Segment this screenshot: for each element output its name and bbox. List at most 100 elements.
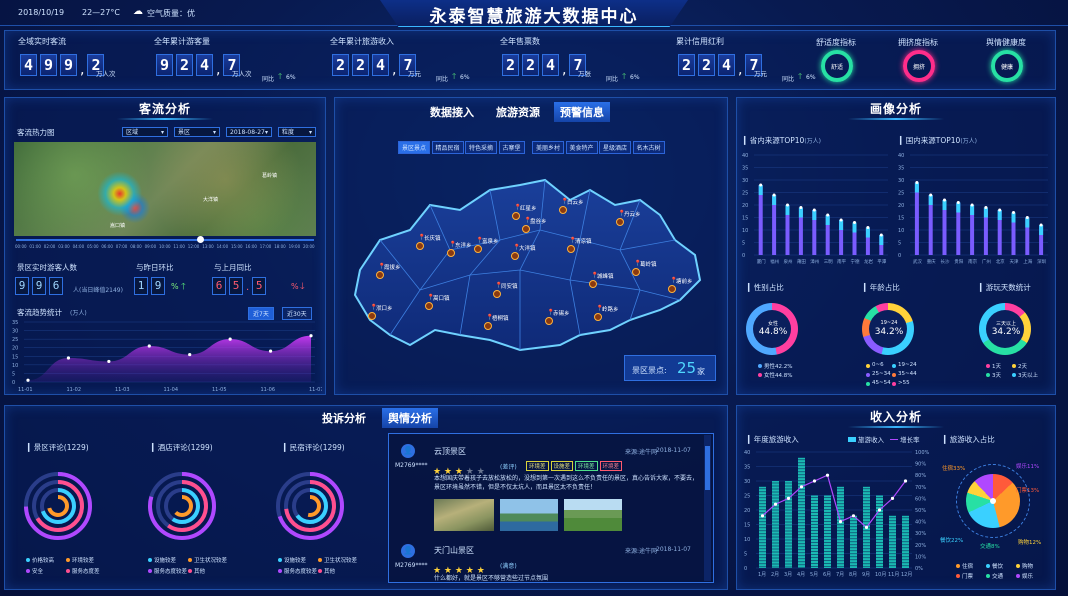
kpi-unit: 万人次: [96, 70, 116, 78]
legend-dot: [148, 569, 152, 573]
legend-item: 价格较高: [32, 558, 55, 564]
review-tag: 设施差: [550, 461, 574, 471]
tab-tourism-resource[interactable]: 旅游资源: [490, 102, 546, 122]
tab-data-access[interactable]: 数据接入: [424, 102, 480, 122]
town-marker[interactable]: [589, 280, 597, 288]
growth-point: [812, 479, 817, 483]
bar-top: [812, 208, 816, 212]
tab-sentiment[interactable]: 舆情分析: [382, 408, 438, 428]
review-user: M2769****: [395, 562, 428, 569]
timeline-tick: 14:00: [216, 244, 229, 249]
town-marker[interactable]: [668, 285, 676, 293]
kpi-digit: 9: [40, 54, 57, 76]
granularity-select[interactable]: 粒度: [278, 127, 316, 137]
kpi-digit: 4: [542, 54, 559, 76]
heat-map[interactable]: [14, 142, 316, 236]
legend-dot: [1016, 574, 1020, 578]
x-tick: 11-01: [18, 387, 33, 393]
timeline-tick: 18:00: [274, 244, 286, 249]
legend-item: 娱乐: [1022, 574, 1034, 580]
town-marker[interactable]: [425, 302, 433, 310]
town-marker[interactable]: [632, 268, 640, 276]
town-marker[interactable]: [368, 312, 376, 320]
review-photo-1[interactable]: [434, 499, 494, 531]
town-marker[interactable]: [522, 225, 530, 233]
town-marker[interactable]: [416, 242, 424, 250]
town-marker[interactable]: [512, 212, 520, 220]
bar: [758, 185, 763, 255]
county-map[interactable]: [340, 160, 722, 385]
review-scroll-thumb[interactable]: [705, 446, 710, 490]
flow-point: [147, 344, 151, 348]
legend-growth-swatch: [890, 439, 898, 440]
map-category-6[interactable]: 星级酒店: [599, 141, 632, 154]
legend-dot: [1012, 373, 1016, 377]
kpi-yoy-value: 6%: [460, 74, 470, 81]
legend-dot: [318, 569, 322, 573]
bar-top: [970, 203, 974, 207]
map-category-5[interactable]: 美食特产: [565, 141, 598, 154]
bar-top: [1039, 223, 1043, 227]
town-marker[interactable]: [376, 271, 384, 279]
town-marker[interactable]: [545, 317, 553, 325]
kpi-digits: 224,7: [678, 54, 763, 78]
bar-top: [915, 181, 919, 184]
y-tick: 15: [898, 216, 904, 222]
legend-item: 3天: [992, 373, 1001, 379]
town-label: 富泉乡: [482, 239, 499, 245]
map-category-3[interactable]: 古寨堡: [498, 141, 525, 154]
date-select[interactable]: 2018-08-27: [226, 127, 272, 137]
y-tick: 10: [744, 537, 750, 543]
map-category-1[interactable]: 精品民宿: [431, 141, 464, 154]
town-marker[interactable]: [616, 218, 624, 226]
legend-item: 45~54: [872, 380, 891, 386]
review-date: 2018-11-07: [656, 546, 691, 553]
town-marker[interactable]: [493, 290, 501, 298]
profile-title: 画像分析: [737, 100, 1055, 120]
map-category-0[interactable]: 景区景点: [398, 141, 431, 154]
y-tick: 35: [742, 166, 748, 172]
month-unit: %: [291, 282, 299, 291]
legend-dot: [892, 382, 896, 386]
town-marker[interactable]: [511, 252, 519, 260]
scenic-review-label: ▎景区评论(1229): [28, 443, 89, 452]
timeline-tick: 01:00: [29, 244, 41, 249]
scenic-select[interactable]: 景区: [174, 127, 220, 137]
town-marker[interactable]: [594, 313, 602, 321]
legend-item: 环境较差: [72, 558, 95, 564]
x-tick: 漳州: [810, 258, 819, 265]
map-category-7[interactable]: 名木古树: [632, 141, 665, 154]
legend-item: 安全: [32, 569, 44, 575]
legend-dot: [148, 558, 152, 562]
legend-dot: [956, 574, 960, 578]
scenic-review-title: 景区评论(1229): [33, 443, 89, 452]
town-marker[interactable]: [474, 245, 482, 253]
x-tick: 三明: [824, 259, 833, 265]
town-marker[interactable]: [567, 245, 575, 253]
kpi-digit: 2: [332, 54, 349, 76]
bar-top: [943, 198, 946, 202]
region-select[interactable]: 区域: [122, 127, 168, 137]
town-marker[interactable]: [559, 206, 567, 214]
timeline-track[interactable]: [16, 239, 314, 241]
y2-tick: 10%: [915, 554, 926, 560]
x-tick: 10月: [875, 572, 886, 578]
scenic-count-unit: 家: [697, 367, 705, 376]
kpi-label: 全域实时客流: [18, 37, 66, 46]
tab-warning[interactable]: 预警信息: [554, 102, 610, 122]
town-marker[interactable]: [447, 249, 455, 257]
flow-point: [107, 359, 111, 364]
review-photo-2[interactable]: [500, 499, 558, 531]
town-marker[interactable]: [484, 322, 492, 330]
review-photo-3[interactable]: [564, 499, 622, 531]
map-category-2[interactable]: 特色采摘: [465, 141, 498, 154]
timeline-tick: 02:00: [43, 244, 56, 249]
legend-item: 设施较差: [284, 558, 307, 564]
growth-point: [864, 525, 869, 529]
timeline-handle[interactable]: [197, 236, 204, 243]
tab-complaint[interactable]: 投诉分析: [316, 408, 372, 428]
top-province-title: 省内来源TOP10: [749, 136, 805, 145]
bar-top: [866, 226, 870, 229]
up-arrow-icon: 🡑: [798, 72, 803, 81]
map-category-4[interactable]: 美丽乡村: [532, 141, 565, 154]
